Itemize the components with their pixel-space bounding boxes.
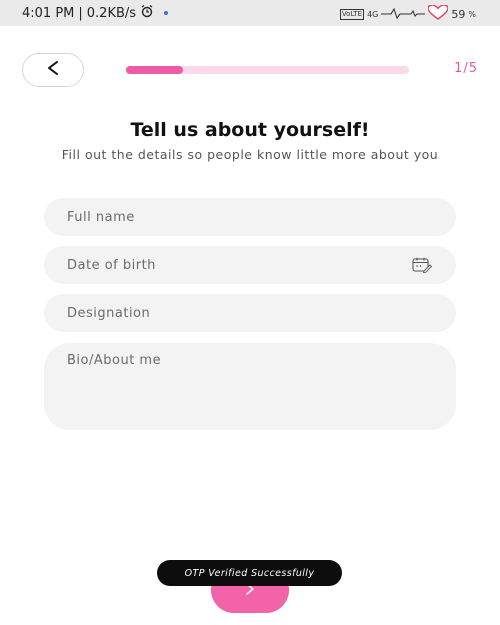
status-left: 4:01 PM | 0.2KB/s [22,4,169,22]
notification-dot-icon [164,11,169,15]
volte-badge: VoLTE [339,8,365,20]
calendar-edit-icon[interactable] [412,257,433,274]
status-time: 4:01 PM [22,5,75,21]
back-arrow-icon [46,60,60,80]
status-speed: 0.2KB/s [86,5,137,21]
step-indicator: 1/5 [454,61,478,76]
page-title: Tell us about yourself! [130,119,370,141]
page-subtitle: Fill out the details so people know litt… [61,147,439,162]
back-button[interactable] [22,53,84,87]
alarm-icon [140,4,154,22]
bio-textarea[interactable] [44,343,456,430]
full-name-input[interactable] [44,198,456,236]
designation-input[interactable] [44,294,456,332]
progress-fill [126,66,183,74]
status-right: VoLTE 4G 59% [339,4,476,23]
heart-rate-icon [381,7,426,22]
battery-unit: % [468,9,476,19]
heart-icon [427,4,450,23]
progress-track [126,66,409,74]
battery-level: 59 [451,7,466,21]
status-bar: 4:01 PM | 0.2KB/s VoLTE 4G 59% [0,0,500,26]
date-of-birth-input[interactable] [44,246,456,284]
status-separator: | [78,5,83,21]
network-type: 4G [367,9,379,19]
toast-message: OTP Verified Successfully [157,560,342,586]
